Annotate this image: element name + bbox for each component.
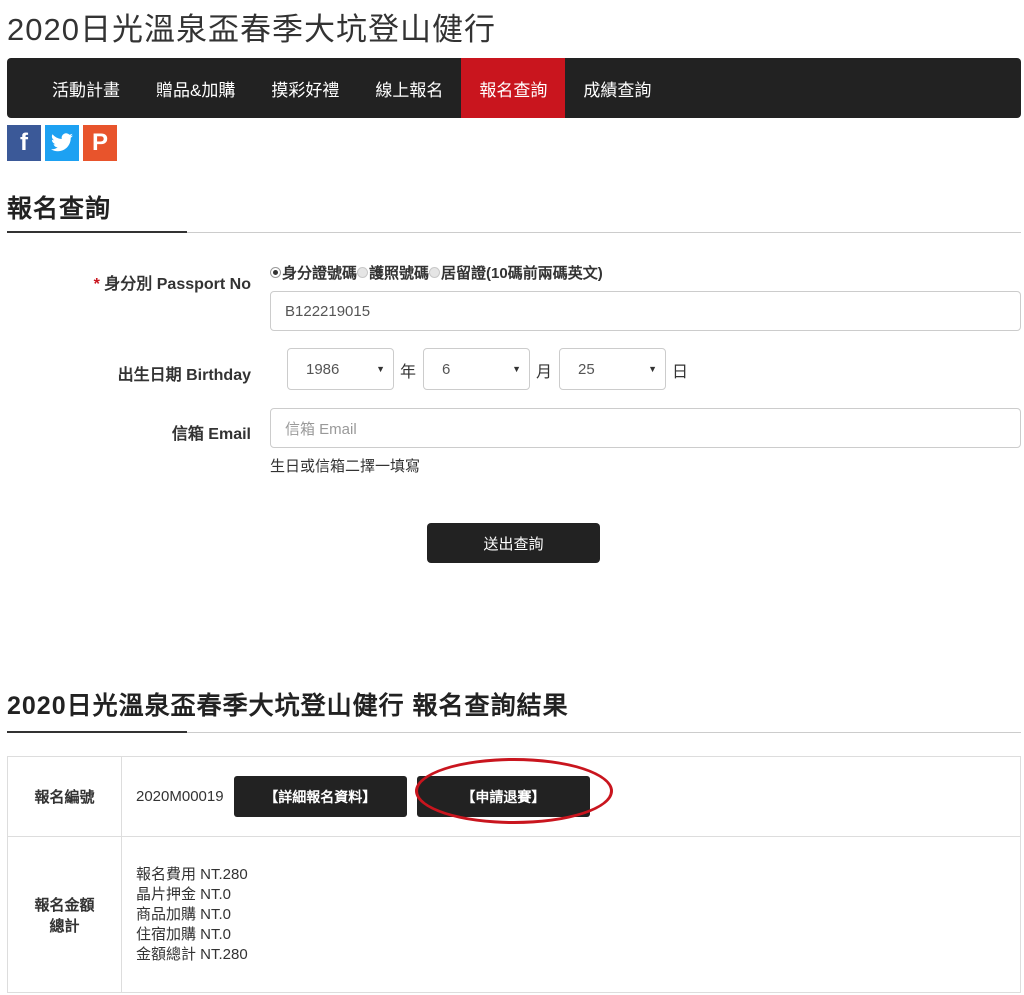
day-unit: 日	[672, 364, 689, 381]
result-heading: 2020日光溫泉盃春季大坑登山健行 報名查詢結果	[7, 692, 569, 720]
email-label: 信箱 Email	[171, 426, 251, 443]
reg-no-label: 報名編號	[7, 756, 122, 837]
amount-item: 晶片押金 NT.0	[136, 885, 232, 903]
month-unit: 月	[536, 364, 553, 381]
radio-residence[interactable]: 居留證(10碼前兩碼英文)	[429, 262, 603, 283]
radio-label: 身分證號碼	[282, 265, 358, 282]
amount-item: 報名費用 NT.280	[136, 865, 248, 883]
radio-dot[interactable]	[357, 267, 369, 278]
radio-id-card[interactable]: 身分證號碼	[270, 262, 357, 283]
radio-dot[interactable]	[429, 267, 441, 278]
radio-label: 護照號碼	[369, 265, 430, 282]
facebook-icon[interactable]: f	[7, 125, 41, 161]
birth-year-value: 1986	[306, 360, 340, 378]
site-title: 2020日光溫泉盃春季大坑登山健行	[7, 12, 496, 47]
birthday-label: 出生日期 Birthday	[117, 367, 251, 384]
radio-passport[interactable]: 護照號碼	[357, 262, 429, 283]
birth-month-select[interactable]: 6 ▼	[423, 348, 530, 390]
submit-query-button[interactable]: 送出查詢	[427, 523, 600, 563]
caret-down-icon: ▼	[648, 364, 657, 374]
query-heading: 報名查詢	[7, 195, 112, 223]
required-marker: *	[93, 276, 100, 293]
caret-down-icon: ▼	[376, 364, 385, 374]
id-label: * 身分別 Passport No	[94, 270, 251, 294]
birth-day-value: 25	[578, 360, 595, 378]
id-type-radio-group: 身分證號碼 護照號碼 居留證(10碼前兩碼英文)	[270, 262, 603, 283]
amount-label: 報名金額 總計	[7, 836, 122, 993]
table-row: 報名金額 總計 報名費用 NT.280 晶片押金 NT.0 商品加購 NT.0 …	[7, 836, 1021, 993]
id-number-input[interactable]: B122219015	[270, 291, 1021, 331]
nav-item-register[interactable]: 線上報名	[357, 58, 461, 118]
caret-down-icon: ▼	[512, 364, 521, 374]
birth-year-select[interactable]: 1986 ▼	[287, 348, 394, 390]
birth-day-select[interactable]: 25 ▼	[559, 348, 666, 390]
detail-button[interactable]: 【詳細報名資料】	[233, 776, 407, 817]
divider-accent	[7, 731, 187, 733]
nav-item-query[interactable]: 報名查詢	[461, 58, 566, 118]
amount-label-line: 報名金額	[34, 896, 95, 914]
radio-dot-checked[interactable]	[270, 267, 281, 278]
withdraw-button[interactable]: 【申請退賽】	[416, 776, 590, 817]
main-nav: 活動計畫 贈品&加購 摸彩好禮 線上報名 報名查詢 成績查詢	[7, 58, 1021, 118]
result-table: 報名編號 2020M00019 【詳細報名資料】 【申請退賽】 報名金額 總計 …	[7, 756, 1021, 993]
radio-label: 居留證(10碼前兩碼英文)	[441, 265, 603, 282]
amount-list: 報名費用 NT.280 晶片押金 NT.0 商品加購 NT.0 住宿加購 NT.…	[121, 836, 1021, 993]
amount-item: 住宿加購 NT.0	[136, 925, 232, 943]
help-text: 生日或信箱二擇一填寫	[270, 458, 421, 475]
social-share-bar: f P	[7, 125, 117, 161]
id-label-text: 身分別 Passport No	[104, 276, 251, 293]
divider-accent	[7, 231, 187, 233]
plurk-icon[interactable]: P	[83, 125, 117, 161]
amount-label-line: 總計	[49, 917, 80, 935]
nav-item-lottery[interactable]: 摸彩好禮	[253, 58, 357, 118]
amount-item: 商品加購 NT.0	[136, 905, 232, 923]
nav-item-plan[interactable]: 活動計畫	[34, 58, 138, 118]
amount-item: 金額總計 NT.280	[136, 945, 248, 963]
birth-month-value: 6	[442, 360, 451, 378]
table-row: 報名編號 2020M00019 【詳細報名資料】 【申請退賽】	[7, 756, 1021, 837]
nav-item-gifts[interactable]: 贈品&加購	[138, 58, 253, 118]
nav-item-results[interactable]: 成績查詢	[565, 58, 669, 118]
twitter-icon[interactable]	[45, 125, 79, 161]
reg-no-cell: 2020M00019 【詳細報名資料】 【申請退賽】	[121, 756, 1021, 837]
year-unit: 年	[400, 364, 417, 381]
email-input[interactable]: 信箱 Email	[270, 408, 1021, 448]
reg-no-value: 2020M00019	[136, 788, 224, 805]
